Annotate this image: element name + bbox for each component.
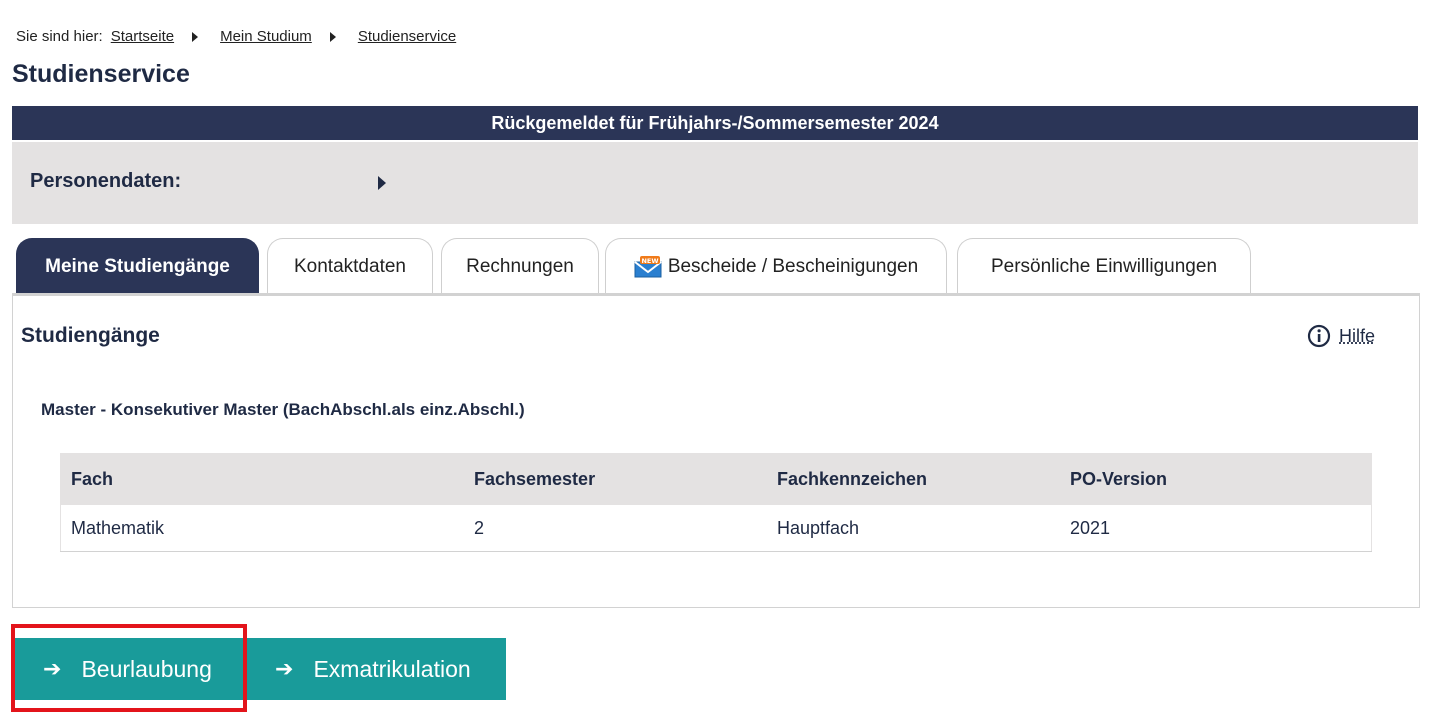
tab-label: Meine Studiengänge xyxy=(45,255,230,277)
person-data-label: Personendaten: xyxy=(30,170,182,192)
column-header-fach: Fach xyxy=(60,453,464,505)
tab-label: Persönliche Einwilligungen xyxy=(990,255,1218,277)
button-label: Exmatrikulation xyxy=(313,655,471,682)
tab-bescheide[interactable]: NEW Bescheide / Bescheinigungen xyxy=(605,238,947,294)
help-label: Hilfe xyxy=(1339,325,1376,346)
breadcrumb-link-startseite[interactable]: Startseite xyxy=(111,28,174,45)
chevron-right-icon xyxy=(329,31,336,42)
new-mail-icon: NEW xyxy=(634,255,664,278)
table-cell: Hauptfach xyxy=(767,505,1060,552)
section-title: Studiengänge xyxy=(21,324,160,347)
breadcrumb-link-studienservice[interactable]: Studienservice xyxy=(358,28,456,45)
new-badge: NEW xyxy=(641,257,658,265)
semester-status-banner: Rückgemeldet für Frühjahrs-/Sommersemest… xyxy=(12,106,1418,140)
table-cell: 2021 xyxy=(1060,505,1372,552)
exmatrikulation-button[interactable]: ➔ Exmatrikulation xyxy=(247,638,506,700)
tab-label: Rechnungen xyxy=(466,255,574,277)
info-icon xyxy=(1307,324,1331,348)
breadcrumb: Sie sind hier: Startseite Mein Studium S… xyxy=(16,28,460,45)
table-header-row: Fach Fachsemester Fachkennzeichen PO-Ver… xyxy=(60,453,1372,505)
expand-person-data-icon[interactable] xyxy=(378,176,386,190)
person-data-bar: Personendaten: xyxy=(12,142,1418,224)
tab-kontaktdaten[interactable]: Kontaktdaten xyxy=(267,238,433,294)
table-row: Mathematik 2 Hauptfach 2021 xyxy=(60,505,1372,552)
column-header-fachsemester: Fachsemester xyxy=(464,453,767,505)
arrow-right-icon: ➔ xyxy=(275,656,294,681)
tab-persoenliche-einwilligungen[interactable]: Persönliche Einwilligungen xyxy=(957,238,1251,294)
button-label: Beurlaubung xyxy=(81,655,212,682)
tab-meine-studiengaenge[interactable]: Meine Studiengänge xyxy=(16,238,259,294)
tab-label: Bescheide / Bescheinigungen xyxy=(667,255,919,277)
studiengaenge-panel: Studiengänge Hilfe Master - Konsekutiver… xyxy=(12,296,1420,608)
table-cell: 2 xyxy=(464,505,767,552)
tab-rechnungen[interactable]: Rechnungen xyxy=(441,238,599,294)
tab-label: Kontaktdaten xyxy=(294,255,406,277)
page-title: Studienservice xyxy=(12,60,190,88)
help-link[interactable]: Hilfe xyxy=(1307,324,1375,348)
arrow-right-icon: ➔ xyxy=(43,656,62,681)
degree-title: Master - Konsekutiver Master (BachAbschl… xyxy=(41,400,525,419)
beurlaubung-button[interactable]: ➔ Beurlaubung xyxy=(15,638,243,700)
column-header-fachkennzeichen: Fachkennzeichen xyxy=(767,453,1060,505)
breadcrumb-prefix: Sie sind hier: xyxy=(16,28,103,45)
breadcrumb-link-mein-studium[interactable]: Mein Studium xyxy=(220,28,312,45)
column-header-po-version: PO-Version xyxy=(1060,453,1372,505)
study-program-table: Fach Fachsemester Fachkennzeichen PO-Ver… xyxy=(60,453,1372,552)
table-cell: Mathematik xyxy=(60,505,464,552)
chevron-right-icon xyxy=(192,31,199,42)
